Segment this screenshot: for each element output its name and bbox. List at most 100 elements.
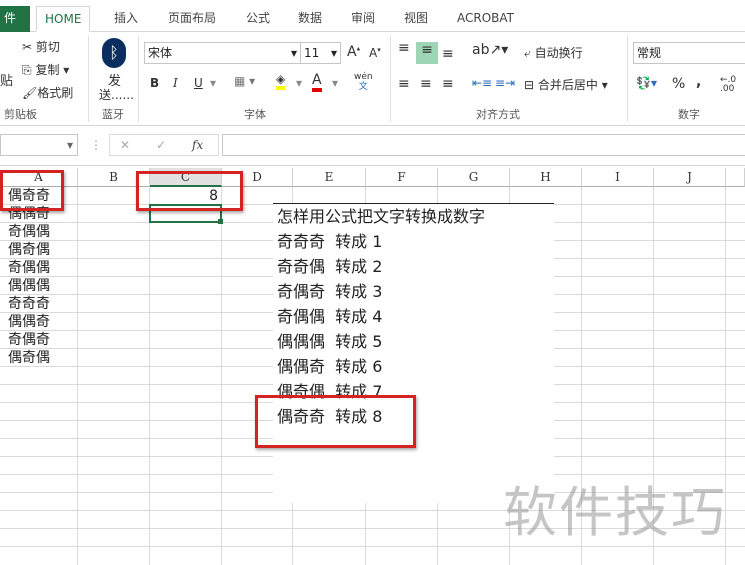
mapping-line: 奇偶奇 转成 3 bbox=[277, 282, 383, 301]
alignment-group-label: 对齐方式 bbox=[476, 108, 520, 121]
wrap-text-button[interactable]: ⤶ 自动换行 bbox=[524, 44, 583, 61]
name-box[interactable]: ▾ bbox=[0, 134, 78, 156]
phonetic-icon[interactable]: wén 文 bbox=[354, 72, 373, 92]
column-header[interactable]: E bbox=[293, 168, 366, 187]
highlight-box-a1 bbox=[0, 170, 64, 211]
paste-button[interactable]: 贴 bbox=[0, 70, 13, 89]
column-header[interactable]: F bbox=[366, 168, 438, 187]
cut-label: 剪切 bbox=[35, 40, 60, 54]
cell-a7[interactable]: 奇奇奇 bbox=[8, 295, 50, 313]
ribbon: 贴 ✂ 剪切 ⎘ 复制 ▾ 🖌格式刷 剪贴板 ᛒ 发 送...... 蓝牙 宋体… bbox=[0, 32, 745, 126]
copy-label: 复制 bbox=[35, 63, 60, 77]
column-header[interactable] bbox=[726, 168, 745, 187]
copy-button[interactable]: ⎘ 复制 ▾ bbox=[22, 61, 69, 78]
formula-bar: ▾ ⋮ ✕ ✓ fx bbox=[0, 126, 745, 166]
fill-handle[interactable] bbox=[218, 219, 223, 224]
tab-formulas[interactable]: 公式 bbox=[238, 6, 278, 32]
align-center-icon[interactable]: ≡ bbox=[420, 76, 432, 92]
insert-function-icon[interactable]: fx bbox=[192, 135, 203, 155]
align-right-icon[interactable]: ≡ bbox=[442, 76, 454, 92]
chevron-down-icon[interactable]: ▾ bbox=[210, 76, 216, 90]
chevron-down-icon[interactable]: ▾ bbox=[296, 76, 302, 90]
gridline bbox=[221, 187, 222, 565]
tab-acrobat[interactable]: ACROBAT bbox=[449, 6, 522, 32]
ribbon-tabs: 件 HOME 插入 页面布局 公式 数据 审阅 视图 ACROBAT bbox=[0, 0, 745, 32]
fill-color-icon[interactable]: ◈ bbox=[276, 72, 286, 90]
enter-icon[interactable]: ✓ bbox=[156, 135, 166, 155]
format-painter-label: 格式刷 bbox=[37, 86, 74, 100]
copy-icon: ⎘ bbox=[22, 63, 32, 77]
column-header[interactable]: J bbox=[654, 168, 726, 187]
number-group-label: 数字 bbox=[678, 108, 700, 121]
tab-review[interactable]: 审阅 bbox=[343, 6, 383, 32]
wrap-label: 自动换行 bbox=[534, 46, 583, 60]
drag-handle-icon[interactable]: ⋮ bbox=[90, 138, 102, 152]
increase-decimal-icon[interactable]: ←.0.00 bbox=[720, 76, 736, 94]
tab-file[interactable]: 件 bbox=[0, 6, 30, 32]
font-size-select[interactable]: 11 ▾ bbox=[300, 42, 341, 64]
decrease-indent-icon[interactable]: ⇤≡ bbox=[472, 76, 492, 90]
percent-button[interactable]: % bbox=[672, 76, 685, 92]
text-box[interactable]: 怎样用公式把文字转换成数字 奇奇奇 转成 1 奇奇偶 转成 2 奇偶奇 转成 3 奇偶偶… bbox=[273, 203, 554, 503]
tab-insert[interactable]: 插入 bbox=[106, 6, 146, 32]
align-middle-icon[interactable]: ≡ bbox=[416, 42, 438, 64]
align-bottom-icon[interactable]: ≡ bbox=[442, 46, 454, 62]
cell-a4[interactable]: 偶奇偶 bbox=[8, 241, 50, 259]
border-icon[interactable]: ▦ ▾ bbox=[234, 74, 255, 88]
merge-icon: ⊟ bbox=[524, 78, 535, 92]
comma-button[interactable]: , bbox=[696, 74, 701, 90]
gridline bbox=[149, 187, 150, 565]
align-left-icon[interactable]: ≡ bbox=[398, 76, 410, 92]
decrease-font-icon[interactable]: A▾ bbox=[369, 46, 381, 60]
column-header[interactable]: G bbox=[438, 168, 510, 187]
increase-font-icon[interactable]: A▴ bbox=[347, 44, 360, 60]
cut-button[interactable]: ✂ 剪切 bbox=[22, 38, 60, 55]
align-top-icon[interactable]: ≡ bbox=[398, 40, 410, 56]
font-color-icon[interactable]: A bbox=[312, 72, 322, 92]
scissors-icon: ✂ bbox=[22, 40, 33, 54]
underline-button[interactable]: U bbox=[194, 76, 203, 90]
bold-button[interactable]: B bbox=[150, 76, 159, 90]
divider bbox=[627, 36, 628, 122]
currency-icon[interactable]: 💱▾ bbox=[636, 76, 657, 90]
watermark: 软件技巧 bbox=[503, 481, 727, 544]
font-name-value: 宋体 bbox=[148, 46, 173, 60]
divider bbox=[138, 36, 139, 122]
column-header[interactable]: I bbox=[582, 168, 654, 187]
number-format-select[interactable]: 常规 bbox=[633, 42, 745, 64]
phonetic-label: wén bbox=[354, 72, 373, 82]
tab-data[interactable]: 数据 bbox=[290, 6, 330, 32]
cell-a6[interactable]: 偶偶偶 bbox=[8, 277, 50, 295]
mapping-line: 偶偶奇 转成 6 bbox=[277, 357, 383, 376]
send-button[interactable]: 送...... bbox=[99, 86, 134, 103]
column-header[interactable]: H bbox=[510, 168, 582, 187]
chevron-down-icon[interactable]: ▾ bbox=[332, 76, 338, 90]
formula-input[interactable] bbox=[222, 134, 745, 156]
clipboard-group-label: 剪贴板 bbox=[4, 108, 37, 121]
tab-home[interactable]: HOME bbox=[36, 6, 91, 32]
note-title: 怎样用公式把文字转换成数字 bbox=[277, 207, 486, 226]
cancel-icon[interactable]: ✕ bbox=[120, 135, 130, 155]
gridline bbox=[77, 187, 78, 565]
italic-button[interactable]: I bbox=[173, 76, 178, 90]
tab-page-layout[interactable]: 页面布局 bbox=[160, 6, 224, 32]
brush-icon: 🖌 bbox=[22, 86, 38, 100]
bluetooth-icon[interactable]: ᛒ bbox=[102, 38, 126, 68]
merge-center-button[interactable]: ⊟ 合并后居中 ▾ bbox=[524, 76, 608, 93]
tab-view[interactable]: 视图 bbox=[396, 6, 436, 32]
cell-a9[interactable]: 奇偶奇 bbox=[8, 331, 50, 349]
orientation-icon[interactable]: ab↗▾ bbox=[472, 42, 508, 58]
mapping-line: 奇奇偶 转成 2 bbox=[277, 257, 383, 276]
format-painter-button[interactable]: 🖌格式刷 bbox=[22, 84, 73, 101]
font-group-label: 字体 bbox=[244, 108, 266, 121]
increase-indent-icon[interactable]: ≡⇥ bbox=[495, 76, 515, 90]
cell-a3[interactable]: 奇偶偶 bbox=[8, 223, 50, 241]
chevron-down-icon: ▾ bbox=[66, 138, 73, 152]
cell-a8[interactable]: 偶偶奇 bbox=[8, 313, 50, 331]
mapping-line: 偶偶偶 转成 5 bbox=[277, 332, 383, 351]
chevron-down-icon: ▾ bbox=[330, 46, 337, 60]
merge-label: 合并后居中 bbox=[537, 78, 598, 92]
font-name-select[interactable]: 宋体 ▾ bbox=[144, 42, 301, 64]
cell-a5[interactable]: 奇偶偶 bbox=[8, 259, 50, 277]
cell-a10[interactable]: 偶奇偶 bbox=[8, 349, 50, 367]
